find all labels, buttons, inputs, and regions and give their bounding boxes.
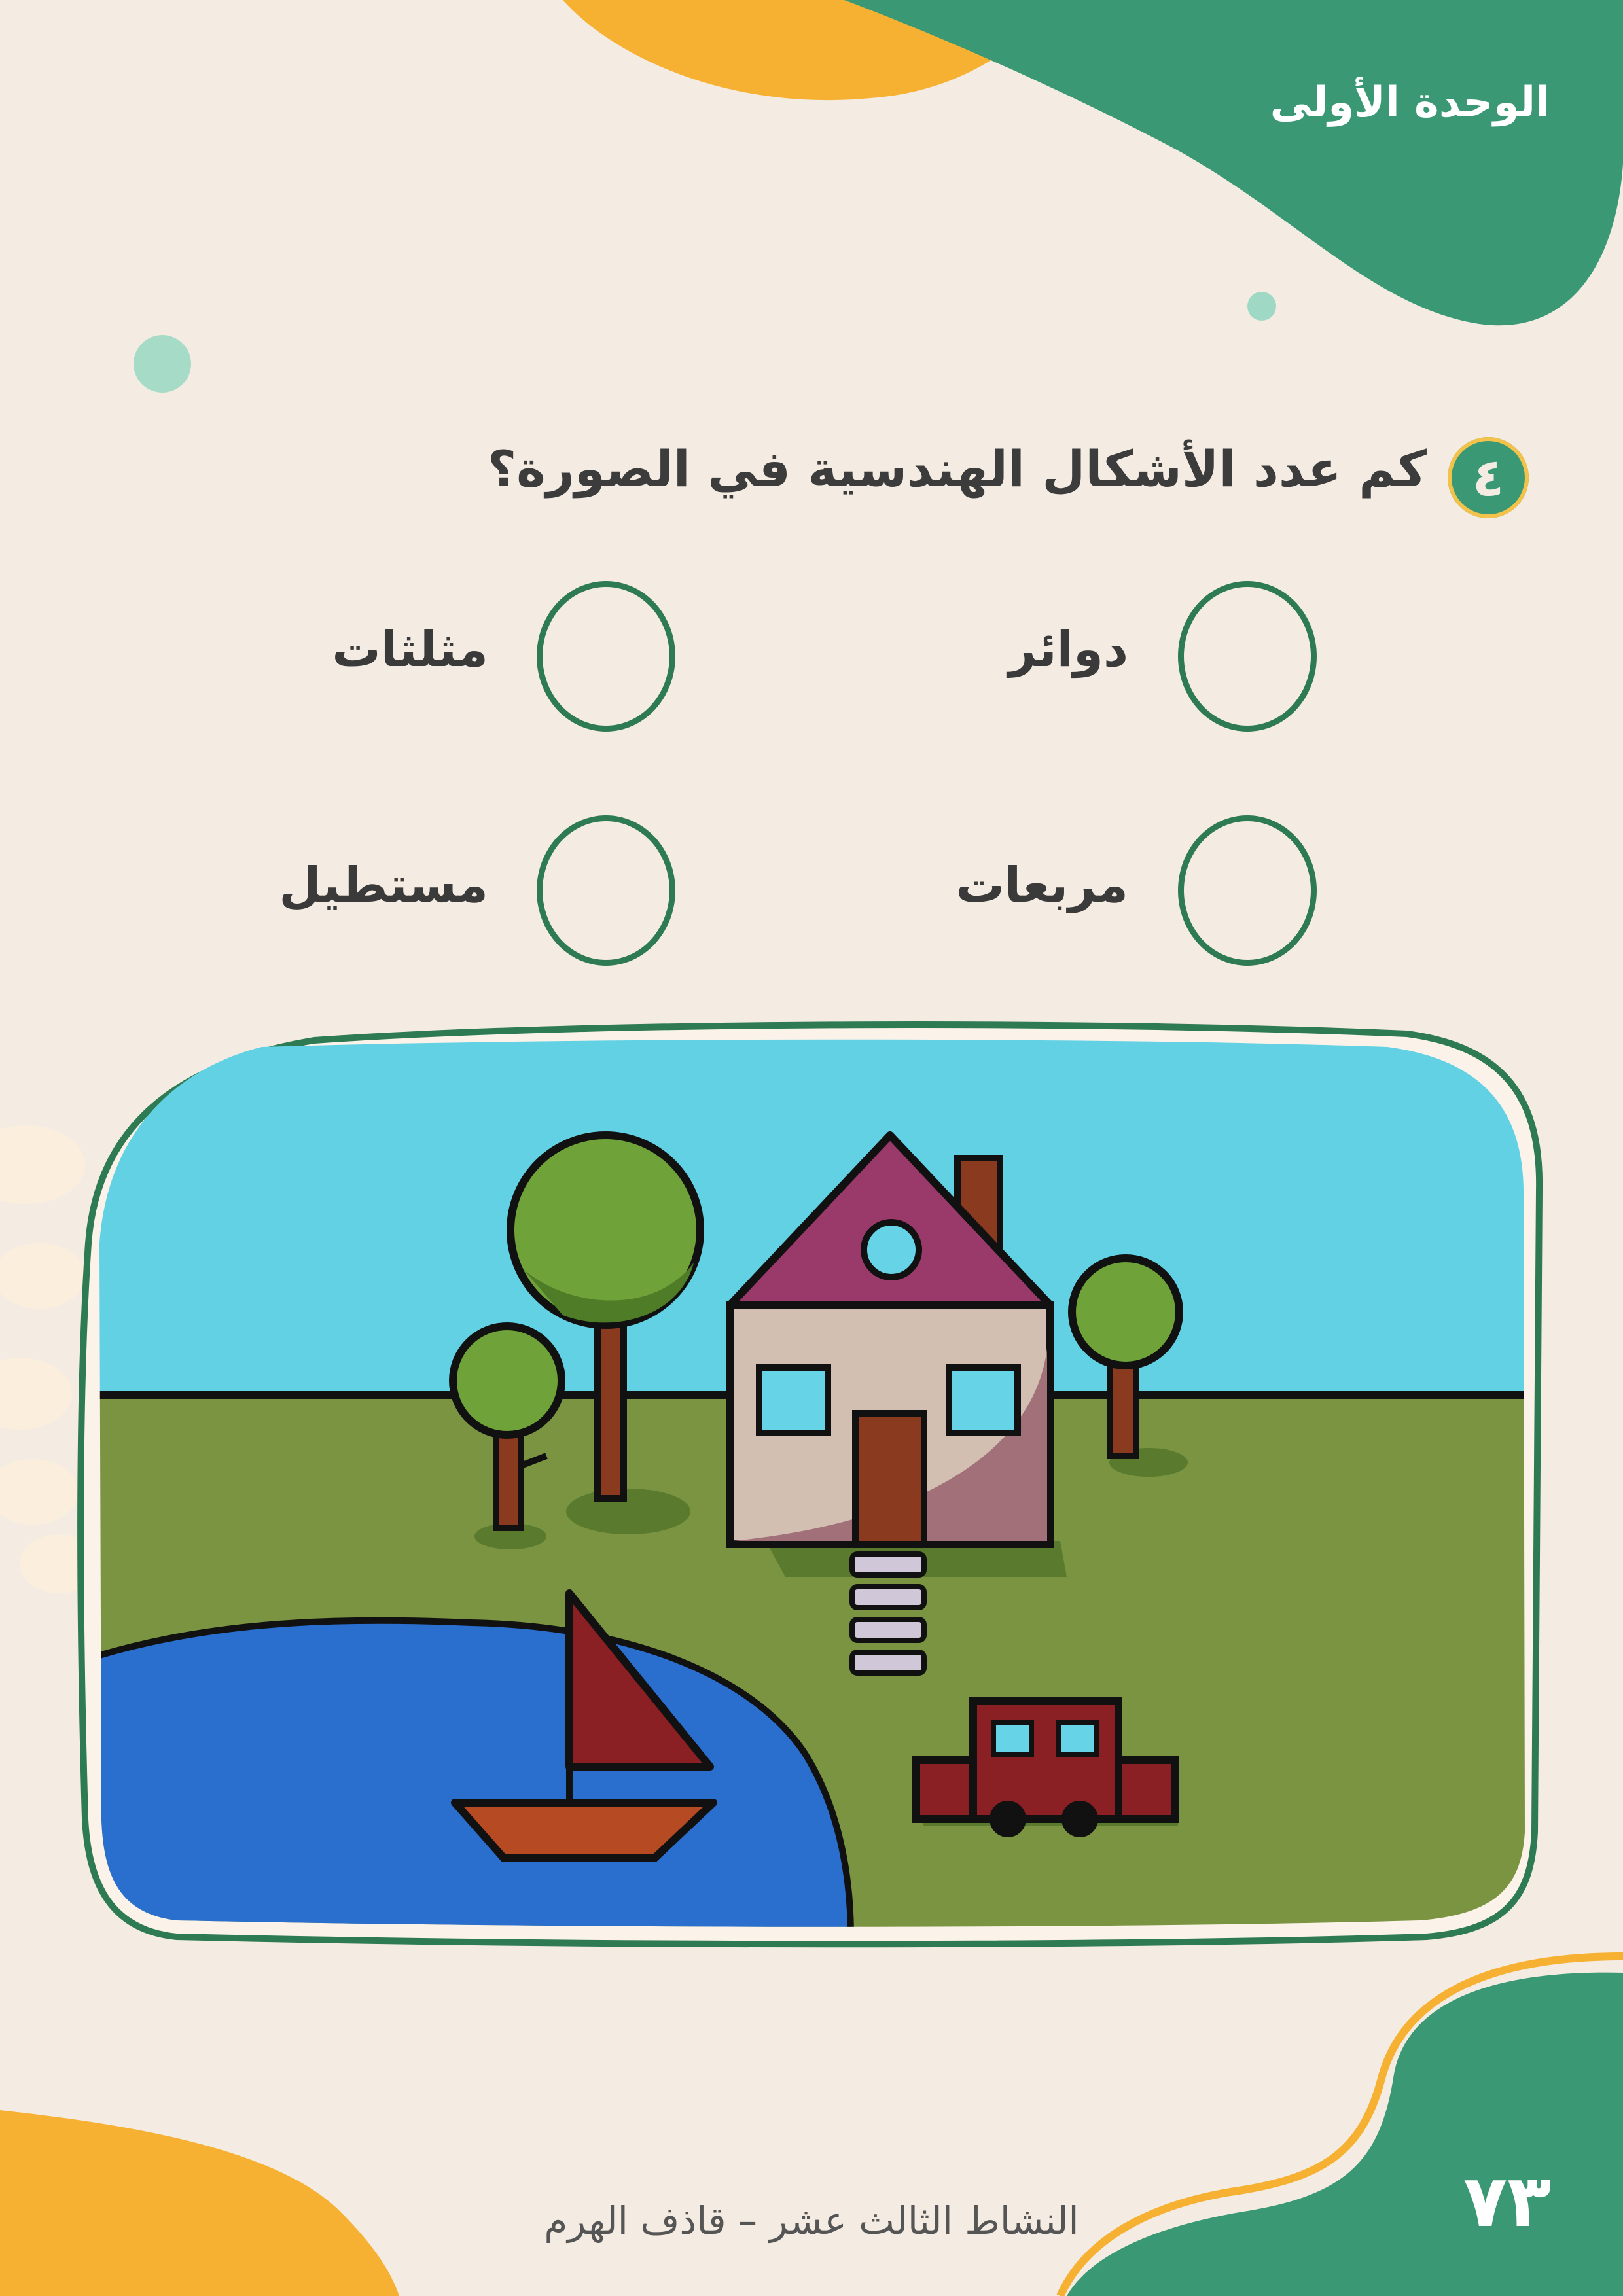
footer-activity-text: النشاط الثالث عشر – قاذف الهرم — [544, 2199, 1079, 2243]
scene-illustration — [77, 1021, 1543, 1948]
